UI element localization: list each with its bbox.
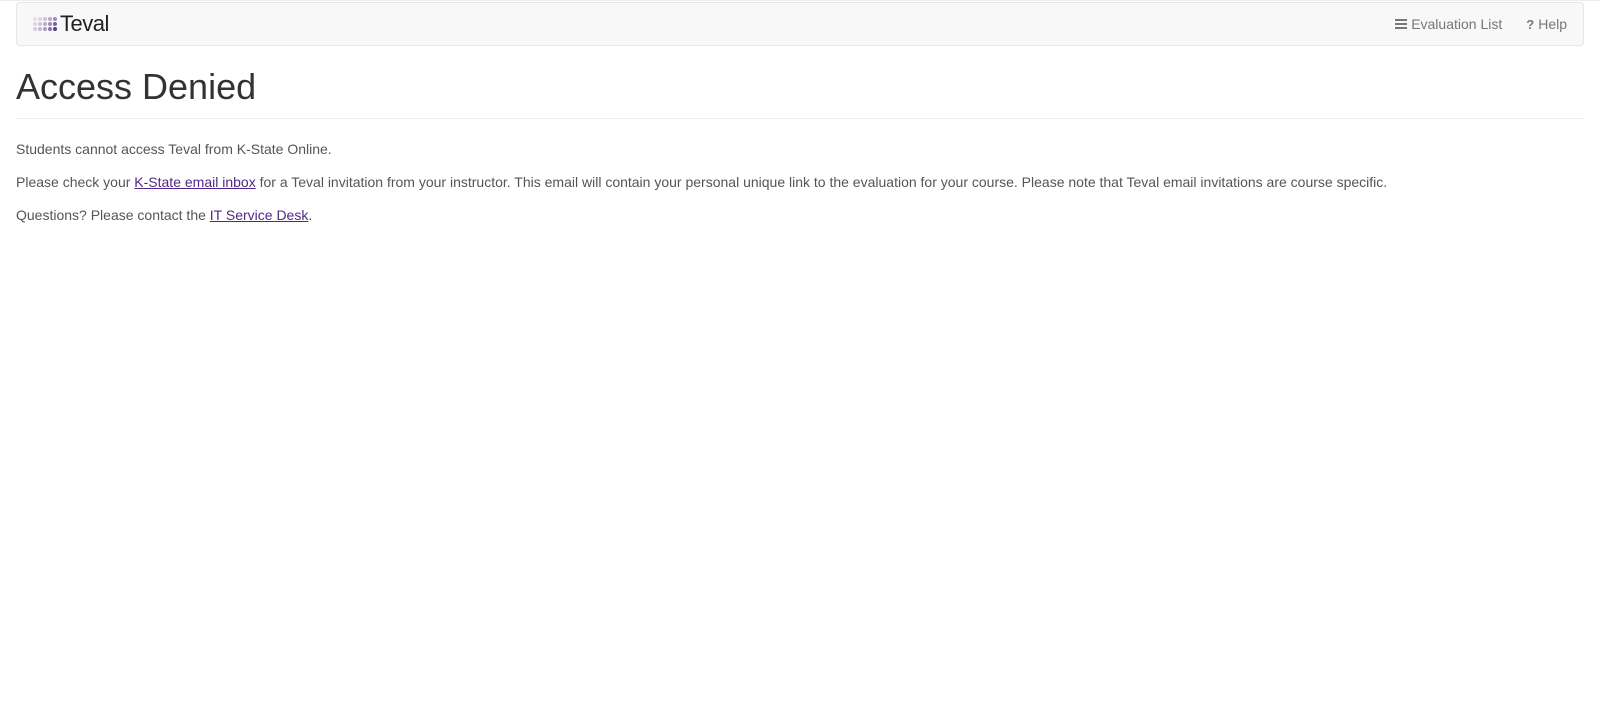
- brand-text: Teval: [60, 11, 109, 37]
- evaluation-list-label: Evaluation List: [1411, 16, 1502, 32]
- paragraph-1: Students cannot access Teval from K-Stat…: [16, 139, 1584, 160]
- p3-prefix: Questions? Please contact the: [16, 207, 210, 223]
- p2-suffix: for a Teval invitation from your instruc…: [256, 174, 1387, 190]
- brand-dots-icon: [33, 17, 57, 31]
- evaluation-list-link[interactable]: Evaluation List: [1395, 16, 1502, 32]
- paragraph-3: Questions? Please contact the IT Service…: [16, 205, 1584, 226]
- question-icon: ?: [1526, 17, 1534, 32]
- list-icon: [1395, 19, 1407, 29]
- p2-prefix: Please check your: [16, 174, 134, 190]
- brand[interactable]: Teval: [33, 7, 109, 41]
- p3-suffix: .: [308, 207, 312, 223]
- help-link[interactable]: ? Help: [1526, 16, 1567, 32]
- navbar: Teval Evaluation List ? Help: [16, 2, 1584, 46]
- content: Access Denied Students cannot access Tev…: [0, 66, 1600, 226]
- it-service-desk-link[interactable]: IT Service Desk: [210, 207, 309, 223]
- nav-right: Evaluation List ? Help: [1395, 16, 1567, 32]
- title-divider: [16, 118, 1584, 119]
- help-label: Help: [1538, 16, 1567, 32]
- page-title: Access Denied: [16, 66, 1584, 108]
- kstate-email-link[interactable]: K-State email inbox: [134, 174, 255, 190]
- paragraph-2: Please check your K-State email inbox fo…: [16, 172, 1584, 193]
